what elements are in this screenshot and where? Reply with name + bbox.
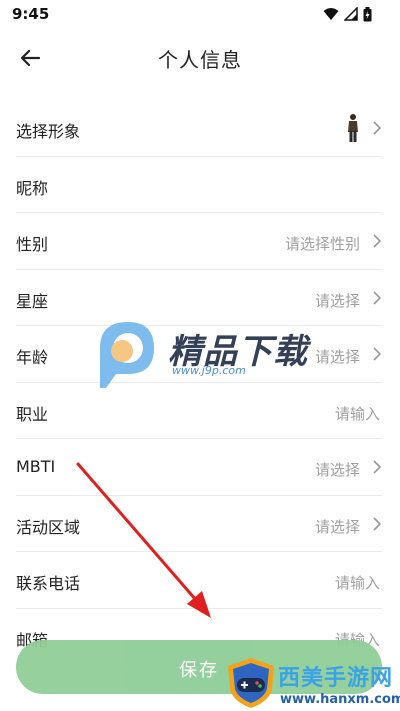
chevron-right-icon (373, 347, 382, 361)
row-value: 请选择性别 (284, 235, 360, 253)
row-value: 请选择 (314, 291, 360, 310)
row-value: 请输入 (334, 404, 380, 423)
row-label: 联系电话 (16, 574, 81, 593)
signal-icon (344, 7, 358, 21)
chevron-right-icon (373, 516, 382, 531)
row-occupation[interactable]: 职业 请输入 (16, 383, 382, 439)
row-label: 星座 (16, 291, 49, 311)
chevron-right-icon (373, 290, 382, 305)
page-title: 个人信息 (158, 48, 242, 72)
watermark-bottom-title: 西美手游网 (278, 666, 394, 691)
battery-icon (363, 6, 372, 21)
row-activity-area[interactable]: 活动区域 请选择 (16, 496, 382, 552)
row-gender[interactable]: 性别 请选择性别 (16, 213, 382, 270)
chevron-right-icon (373, 234, 382, 248)
row-avatar[interactable]: 选择形象 (16, 100, 382, 157)
row-nickname[interactable]: 昵称 (16, 157, 382, 213)
row-label: 年龄 (16, 348, 49, 367)
chevron-right-icon (373, 460, 382, 474)
watermark-center-url: www.j9p.com (172, 364, 246, 377)
row-value: 请选择 (314, 461, 360, 479)
app-header: 个人信息 (0, 28, 400, 88)
watermark-logo-center: 精品下载 www.j9p.com (92, 318, 312, 390)
row-phone[interactable]: 联系电话 请输入 (16, 552, 382, 609)
row-label: 选择形象 (16, 122, 81, 141)
row-label: 活动区域 (16, 517, 81, 537)
row-value: 请选择 (314, 348, 360, 366)
chevron-right-icon (373, 121, 382, 135)
watermark-gamepad-shield-icon (228, 658, 274, 708)
avatar-figure-icon (348, 114, 358, 142)
status-time: 9:45 (12, 5, 50, 23)
wifi-icon (323, 8, 339, 20)
row-mbti[interactable]: MBTI 请选择 (16, 439, 382, 496)
watermark-bottom-url: www.hanxm.com (280, 692, 400, 707)
row-label: MBTI (16, 457, 56, 476)
status-icons (323, 6, 372, 22)
row-value: 请选择 (314, 517, 360, 536)
status-bar: 9:45 (0, 0, 400, 28)
watermark-p-logo-icon (100, 322, 154, 388)
watermark-logo-bottom: 西美手游网 www.hanxm.com (222, 654, 400, 711)
row-label: 职业 (16, 404, 49, 424)
row-label: 性别 (16, 235, 49, 254)
row-value: 请输入 (334, 574, 380, 592)
row-label: 昵称 (16, 178, 49, 198)
